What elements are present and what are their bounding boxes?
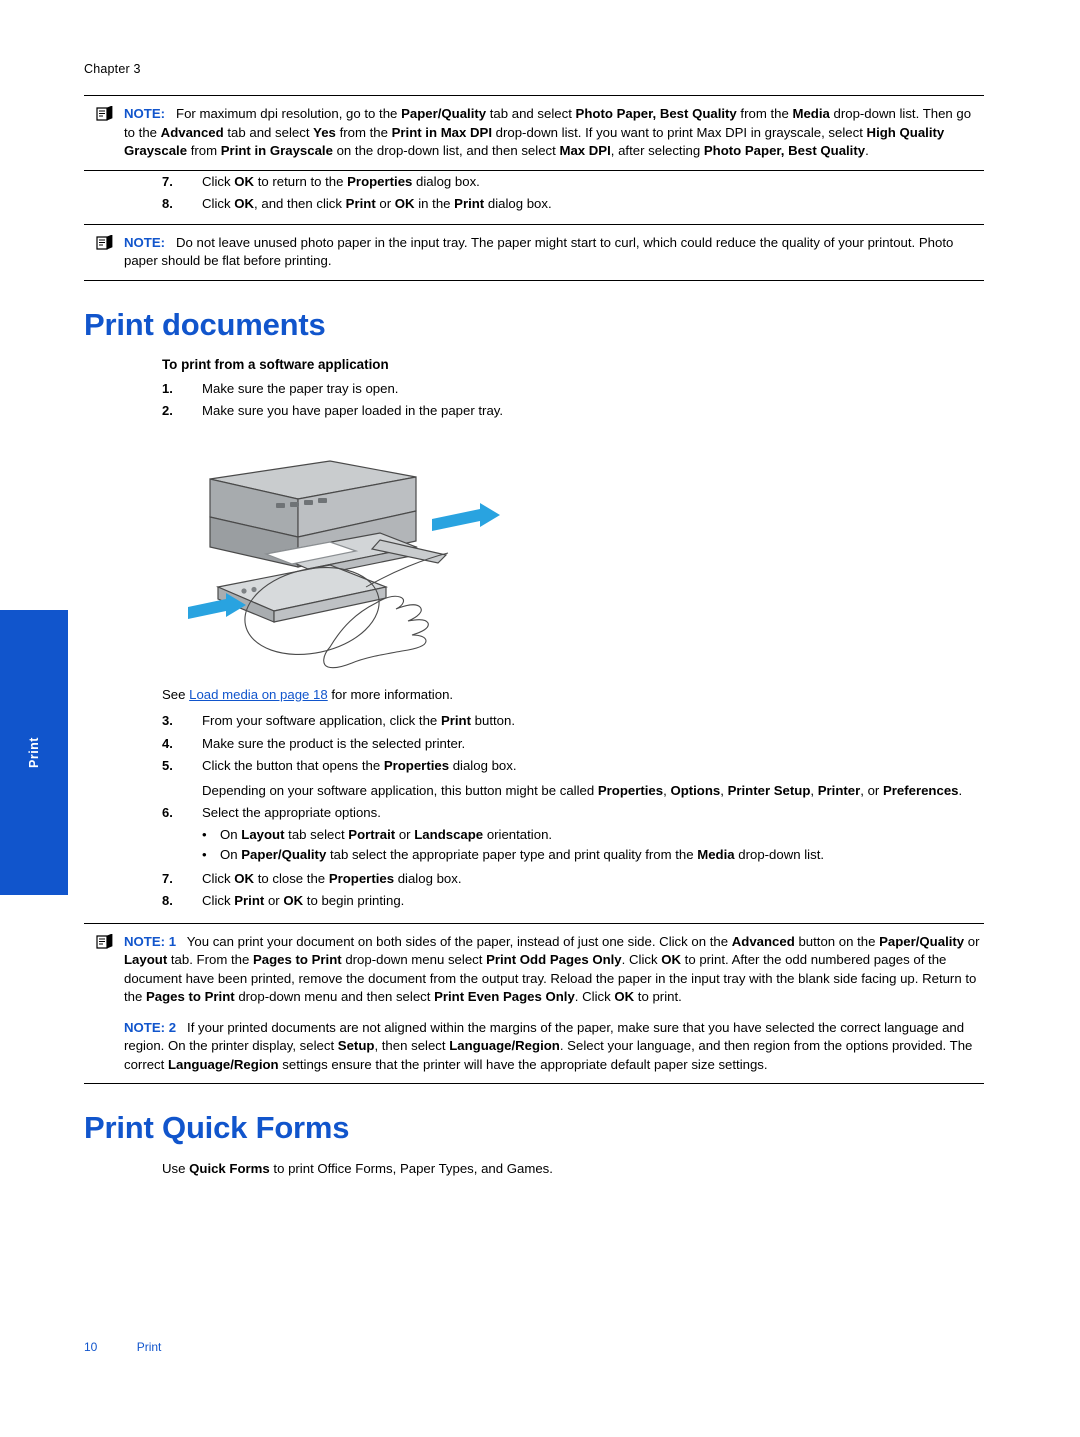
note-block-duplex: NOTE: 1 You can print your document on b…: [84, 924, 984, 1084]
note-pencil-icon: [84, 932, 124, 955]
note-label: NOTE: 1: [124, 933, 177, 949]
step-number: 2.: [162, 403, 173, 418]
step-text: Click OK to close the Properties dialog …: [202, 870, 462, 886]
step-number: 1.: [162, 380, 173, 396]
list-item: 8. Click Print or OK to begin printing.: [84, 890, 984, 913]
note-block-maxdpi: NOTE: For maximum dpi resolution, go to …: [84, 96, 984, 170]
note-sub-block: NOTE: 2 If your printed documents are no…: [124, 1019, 980, 1075]
note-label: NOTE:: [124, 106, 166, 121]
list-item: • On Paper/Quality tab select the approp…: [202, 845, 984, 866]
step-text: Select the appropriate options. • On Lay…: [202, 804, 984, 866]
see-also-line: See Load media on page 18 for more infor…: [84, 686, 984, 705]
see-also-prefix: See: [162, 686, 190, 702]
sub-bullet-list: • On Layout tab select Portrait or Lands…: [202, 825, 984, 866]
step-text: Make sure you have paper loaded in the p…: [202, 403, 504, 418]
page-content: NOTE: For maximum dpi resolution, go to …: [84, 95, 984, 1179]
note-block-photopaper: NOTE: Do not leave unused photo paper in…: [84, 225, 984, 280]
divider: [84, 279, 984, 281]
list-item: 1. Make sure the paper tray is open.: [84, 378, 984, 401]
quick-forms-body: Use Quick Forms to print Office Forms, P…: [162, 1161, 553, 1176]
page-title-print-quick-forms: Print Quick Forms: [84, 1110, 350, 1145]
divider: [84, 1083, 984, 1084]
step-text: Make sure the paper tray is open.: [202, 380, 399, 396]
bullet-icon: •: [202, 826, 207, 842]
list-item: 7. Click OK to close the Properties dial…: [84, 868, 984, 891]
footer: 10 Print: [84, 1340, 161, 1354]
page-title-print-documents: Print documents: [84, 306, 326, 342]
note-pencil-icon: [84, 233, 124, 256]
step-number: 5.: [162, 758, 173, 773]
note-label: NOTE:: [124, 234, 166, 250]
link-load-media[interactable]: Load media on page 18: [189, 687, 328, 702]
list-item: • On Layout tab select Portrait or Lands…: [202, 825, 984, 846]
step-text: From your software application, click th…: [202, 713, 515, 728]
step-number: 6.: [162, 805, 173, 820]
step-extra-text: Depending on your software application, …: [202, 782, 963, 798]
footer-label: Print: [136, 1340, 162, 1354]
see-also-suffix: for more information.: [327, 686, 454, 702]
list-item: 8. Click OK, and then click Print or OK …: [84, 193, 984, 216]
step-text: Click the button that opens the Properti…: [202, 757, 984, 800]
step-number: 8.: [162, 893, 173, 908]
list-item: 4. Make sure the product is the selected…: [84, 733, 984, 756]
step-text: Make sure the product is the selected pr…: [202, 735, 466, 751]
step-number: 7.: [162, 173, 173, 189]
note-text: Do not leave unused photo paper in the i…: [124, 234, 954, 269]
bullet-icon: •: [202, 847, 207, 862]
list-item: 6. Select the appropriate options. • On …: [84, 802, 984, 868]
list-item: 3. From your software application, click…: [84, 710, 984, 733]
note-sub-text: If your printed documents are not aligne…: [124, 1019, 973, 1072]
step-list-before-image: 1. Make sure the paper tray is open. 2. …: [84, 378, 984, 423]
list-item: 7. Click OK to return to the Properties …: [84, 171, 984, 194]
step-number: 3.: [162, 713, 173, 728]
note-text: You can print your document on both side…: [124, 933, 980, 1005]
step-list-after-image: 3. From your software application, click…: [84, 710, 984, 913]
sub-bullet-text: On Layout tab select Portrait or Landsca…: [220, 826, 553, 842]
subheading-software-application: To print from a software application: [162, 356, 389, 372]
note-sub-label: NOTE: 2: [124, 1019, 177, 1035]
step-number: 7.: [162, 870, 173, 886]
top-step-list: 7. Click OK to return to the Properties …: [84, 171, 984, 216]
side-tab-label: Print: [27, 737, 41, 768]
printer-illustration: [84, 441, 984, 686]
page-number: 10: [84, 1340, 98, 1354]
side-tab-print: Print: [0, 610, 68, 895]
sub-bullet-text: On Paper/Quality tab select the appropri…: [220, 847, 825, 862]
step-number: 4.: [162, 735, 173, 751]
step-text: Click OK to return to the Properties dia…: [202, 173, 480, 189]
note-pencil-icon: [84, 105, 124, 127]
step-number: 8.: [162, 196, 173, 211]
step-text: Click Print or OK to begin printing.: [202, 893, 405, 908]
list-item: 5. Click the button that opens the Prope…: [84, 755, 984, 802]
chapter-label: Chapter 3: [84, 62, 141, 76]
step-text: Click OK, and then click Print or OK in …: [202, 196, 552, 211]
note-text: For maximum dpi resolution, go to the Pa…: [124, 106, 972, 158]
list-item: 2. Make sure you have paper loaded in th…: [84, 400, 984, 423]
